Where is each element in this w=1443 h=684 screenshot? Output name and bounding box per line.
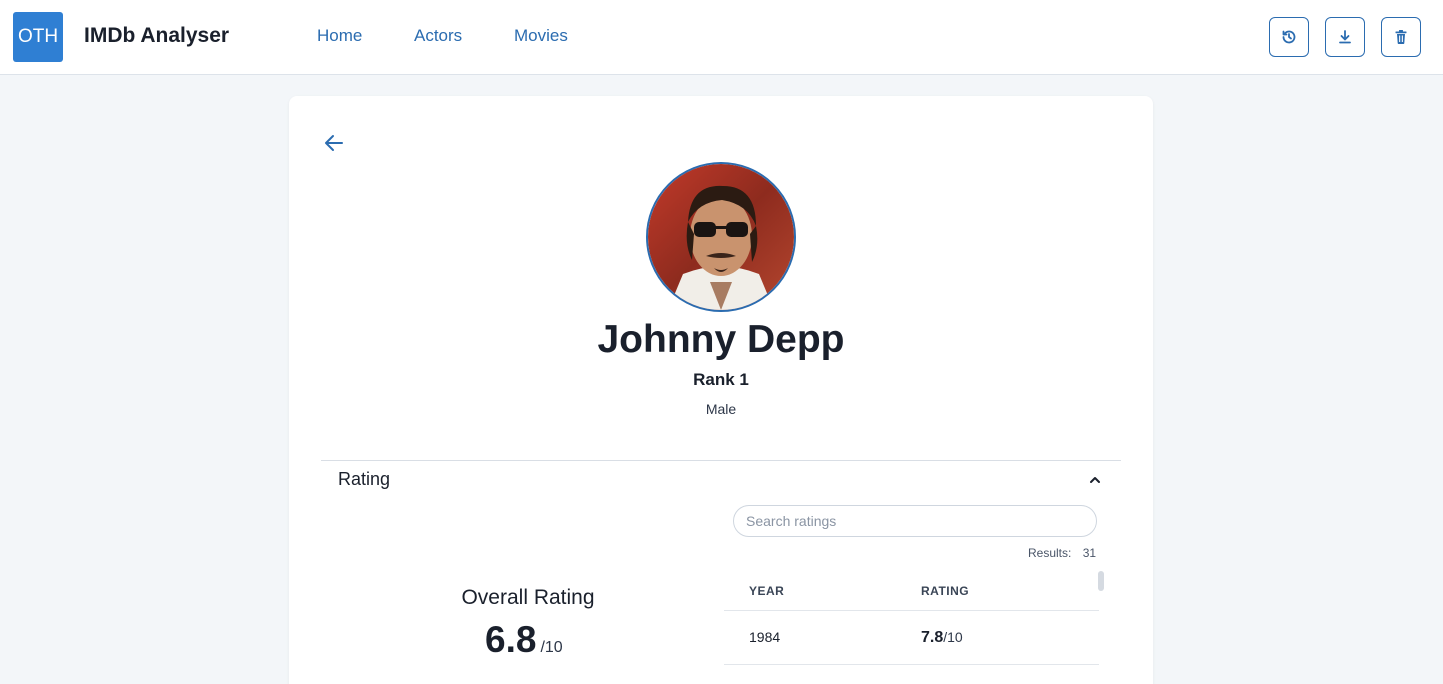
app-logo[interactable]: OTH [13,12,63,62]
top-bar: OTH IMDb Analyser Home Actors Movies [0,0,1443,75]
section-divider [321,460,1121,461]
actor-detail-card: Johnny Depp Rank 1 Male Rating Results: … [289,96,1153,684]
history-button[interactable] [1269,17,1309,57]
rating-section-title[interactable]: Rating [338,469,390,490]
results-label: Results: [1028,546,1072,560]
download-button[interactable] [1325,17,1365,57]
column-header-year[interactable]: YEAR [749,584,784,598]
cell-year: 1984 [749,629,781,645]
table-row[interactable]: 1984 7.8/10 [724,611,1099,665]
chevron-up-icon[interactable] [1086,471,1104,489]
ratings-table: YEAR RATING 1984 7.8/10 [724,570,1099,665]
back-arrow-icon[interactable] [322,131,346,155]
actor-gender: Male [705,401,737,417]
table-header: YEAR RATING [724,570,1099,611]
overall-rating-max: /10 [540,639,563,656]
nav-home[interactable]: Home [317,26,362,46]
search-ratings-input[interactable] [733,505,1097,537]
cell-rating: 7.8/10 [921,629,963,646]
app-title: IMDb Analyser [84,24,230,47]
trash-icon [1395,30,1407,45]
overall-rating-number: 6.8 [485,619,537,660]
actor-name: Johnny Depp [597,318,845,361]
nav-movies[interactable]: Movies [514,26,568,46]
results-value: 31 [1082,546,1097,560]
results-count: Results: 31 [1028,546,1096,560]
nav-actors[interactable]: Actors [414,26,462,46]
history-icon [1282,30,1296,44]
column-header-rating[interactable]: RATING [921,584,969,598]
overall-rating-value: 6.8/10 [485,619,563,661]
download-icon [1339,30,1351,44]
actor-rank: Rank 1 [693,370,749,389]
actor-avatar [646,162,796,312]
delete-button[interactable] [1381,17,1421,57]
